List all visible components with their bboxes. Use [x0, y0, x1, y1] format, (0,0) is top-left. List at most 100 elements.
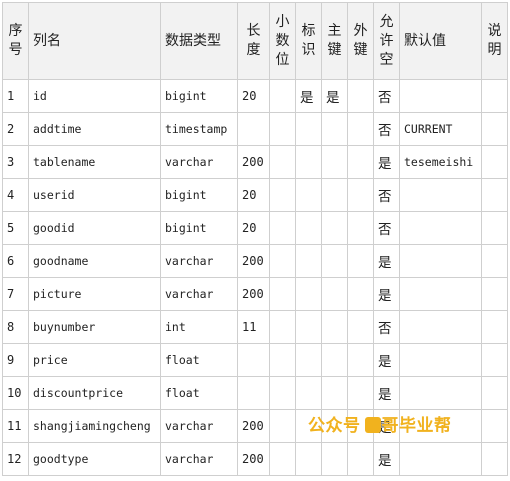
cell-column-name: goodname [28, 244, 161, 278]
table-row: 10 discountprice float 是 [2, 376, 508, 410]
cell-description [481, 310, 508, 344]
cell-scale [269, 343, 296, 377]
cell-description [481, 376, 508, 410]
cell-length: 200 [237, 277, 270, 311]
cell-data-type: varchar [160, 277, 238, 311]
header-scale: 小数位 [269, 2, 296, 80]
cell-scale [269, 211, 296, 245]
cell-foreign-key [347, 211, 374, 245]
cell-foreign-key [347, 442, 374, 476]
cell-description [481, 112, 508, 146]
cell-identity [295, 376, 322, 410]
cell-column-name: goodid [28, 211, 161, 245]
cell-length: 200 [237, 244, 270, 278]
cell-foreign-key [347, 277, 374, 311]
cell-length: 20 [237, 178, 270, 212]
cell-identity [295, 343, 322, 377]
cell-foreign-key [347, 178, 374, 212]
cell-primary-key: 是 [321, 79, 348, 113]
cell-description [481, 442, 508, 476]
cell-identity: 是 [295, 79, 322, 113]
header-description: 说明 [481, 2, 508, 80]
cell-data-type: bigint [160, 211, 238, 245]
cell-primary-key [321, 244, 348, 278]
schema-table-container: 序号 列名 数据类型 长度 小数位 标识 主键 外键 允许空 默认值 说明 1i… [2, 2, 508, 476]
watermark-text-right: 哥毕业帮 [381, 416, 452, 436]
cell-primary-key [321, 343, 348, 377]
cell-nullable: 否 [373, 211, 400, 245]
cell-column-name: shangjiamingcheng [28, 409, 161, 443]
cell-seq: 8 [2, 310, 29, 344]
cell-data-type: bigint [160, 178, 238, 212]
schema-table: 序号 列名 数据类型 长度 小数位 标识 主键 外键 允许空 默认值 说明 1i… [2, 2, 508, 476]
cell-seq: 3 [2, 145, 29, 179]
table-row: 12 goodtype varchar 200 是 [2, 442, 508, 476]
header-foreign-key: 外键 [347, 2, 374, 80]
cell-nullable: 是 [373, 277, 400, 311]
cell-foreign-key [347, 79, 374, 113]
cell-default [399, 376, 482, 410]
table-row: 9 price float 是 [2, 343, 508, 377]
cell-column-name: price [28, 343, 161, 377]
cell-data-type: varchar [160, 442, 238, 476]
cell-column-name: tablename [28, 145, 161, 179]
cell-data-type: float [160, 376, 238, 410]
cell-identity [295, 442, 322, 476]
header-length: 长度 [237, 2, 270, 80]
cell-length [237, 112, 270, 146]
cell-default [399, 178, 482, 212]
header-name: 列名 [28, 2, 161, 80]
table-row: 2 addtime timestamp 否 CURRENT [2, 112, 508, 146]
cell-length: 20 [237, 79, 270, 113]
cell-data-type: timestamp [160, 112, 238, 146]
cell-primary-key [321, 277, 348, 311]
cell-scale [269, 409, 296, 443]
header-primary-key: 主键 [321, 2, 348, 80]
table-row: 8 buynumber int 11 否 [2, 310, 508, 344]
cell-data-type: varchar [160, 244, 238, 278]
cell-scale [269, 145, 296, 179]
table-row: 5 goodid bigint 20 否 [2, 211, 508, 245]
cell-data-type: varchar [160, 409, 238, 443]
cell-seq: 6 [2, 244, 29, 278]
watermark-text-left: 公众号 [308, 416, 361, 436]
cell-primary-key [321, 211, 348, 245]
table-row: 7 picture varchar 200 是 [2, 277, 508, 311]
cell-description [481, 79, 508, 113]
cell-description [481, 409, 508, 443]
table-row: 6 goodname varchar 200 是 [2, 244, 508, 278]
cell-nullable: 是 [373, 343, 400, 377]
cell-primary-key [321, 145, 348, 179]
cell-default [399, 277, 482, 311]
cell-description [481, 343, 508, 377]
cell-scale [269, 442, 296, 476]
cell-description [481, 277, 508, 311]
cell-column-name: id [28, 79, 161, 113]
cell-scale [269, 244, 296, 278]
cell-seq: 5 [2, 211, 29, 245]
cell-length: 20 [237, 211, 270, 245]
cell-scale [269, 277, 296, 311]
cell-scale [269, 112, 296, 146]
cell-seq: 2 [2, 112, 29, 146]
cell-default [399, 211, 482, 245]
cell-column-name: buynumber [28, 310, 161, 344]
cell-column-name: addtime [28, 112, 161, 146]
cell-identity [295, 310, 322, 344]
cell-seq: 10 [2, 376, 29, 410]
cell-nullable: 是 [373, 145, 400, 179]
cell-scale [269, 310, 296, 344]
cell-length: 200 [237, 145, 270, 179]
cell-default [399, 442, 482, 476]
cell-default [399, 343, 482, 377]
wechat-logo-icon [364, 417, 381, 433]
cell-foreign-key [347, 343, 374, 377]
cell-seq: 9 [2, 343, 29, 377]
cell-length [237, 376, 270, 410]
table-row: 3 tablename varchar 200 是 tesemeishi [2, 145, 508, 179]
cell-default [399, 310, 482, 344]
cell-nullable: 否 [373, 112, 400, 146]
cell-scale [269, 376, 296, 410]
cell-length [237, 343, 270, 377]
cell-foreign-key [347, 310, 374, 344]
